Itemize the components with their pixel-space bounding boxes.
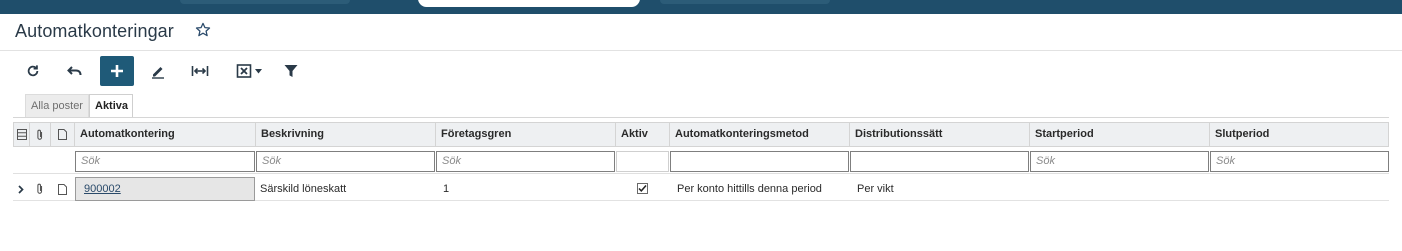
filter-input-foretagsgren[interactable]: Sök xyxy=(436,151,615,172)
cell-distributionssatt: Per vikt xyxy=(857,183,894,195)
cell-startperiod xyxy=(1029,177,1209,201)
excel-icon xyxy=(236,63,252,79)
page-header: Automatkonteringar xyxy=(0,14,1402,51)
column-header-aktiv[interactable]: Aktiv xyxy=(616,123,670,146)
filter-input-aktiv[interactable] xyxy=(616,151,669,172)
refresh-icon xyxy=(26,64,40,78)
plus-icon xyxy=(110,64,124,78)
cell-automatkonteringsmetod: Per konto hittills denna period xyxy=(677,183,822,195)
cell-beskrivning: Särskild löneskatt xyxy=(260,183,347,195)
aktiv-checkbox[interactable] xyxy=(637,183,648,194)
filter-input-slutperiod[interactable]: Sök xyxy=(1210,151,1389,172)
top-navigation-bar xyxy=(0,0,1402,14)
cell-aktiv xyxy=(615,177,669,201)
note-icon[interactable] xyxy=(50,177,74,201)
filter-button[interactable] xyxy=(274,56,308,86)
add-button[interactable] xyxy=(100,56,134,86)
filter-row: Sök Sök Sök Sök Sök xyxy=(13,147,1389,174)
automatkontering-link[interactable]: 900002 xyxy=(84,183,121,195)
column-header-distributionssatt[interactable]: Distributionssätt xyxy=(850,123,1030,146)
global-search-box[interactable] xyxy=(418,0,640,7)
attachment-icon[interactable] xyxy=(29,177,50,201)
page-title: Automatkonteringar xyxy=(15,21,174,41)
column-header-automatkontering[interactable]: Automatkontering xyxy=(75,123,256,146)
attachment-header-icon xyxy=(30,123,51,146)
filter-icon xyxy=(284,64,298,78)
tab-alla-poster[interactable]: Alla poster xyxy=(25,94,89,118)
filter-input-distributionssatt[interactable] xyxy=(850,151,1029,172)
fit-columns-button[interactable] xyxy=(183,56,217,86)
column-header-automatkonteringsmetod[interactable]: Automatkonteringsmetod xyxy=(670,123,850,146)
column-header-startperiod[interactable]: Startperiod xyxy=(1030,123,1210,146)
export-excel-button[interactable] xyxy=(229,56,269,86)
filter-input-beskrivning[interactable]: Sök xyxy=(256,151,435,172)
filter-input-automatkonteringsmetod[interactable] xyxy=(670,151,849,172)
filter-input-startperiod[interactable]: Sök xyxy=(1030,151,1209,172)
tab-divider xyxy=(13,117,1389,118)
topbar-nav-fragment xyxy=(660,0,830,4)
topbar-nav-fragment xyxy=(180,0,350,4)
edit-button[interactable] xyxy=(141,56,175,86)
filter-input-automatkontering[interactable]: Sök xyxy=(75,151,255,172)
tab-aktiva[interactable]: Aktiva xyxy=(89,94,133,118)
column-header-slutperiod[interactable]: Slutperiod xyxy=(1210,123,1388,146)
fit-columns-icon xyxy=(191,64,209,78)
refresh-button[interactable] xyxy=(16,56,50,86)
column-header-beskrivning[interactable]: Beskrivning xyxy=(256,123,436,146)
note-header-icon xyxy=(51,123,75,146)
toolbar xyxy=(0,52,1402,88)
chevron-down-icon xyxy=(255,68,262,74)
undo-button[interactable] xyxy=(58,56,92,86)
column-chooser-icon[interactable] xyxy=(14,123,30,146)
star-outline-icon[interactable] xyxy=(194,21,212,39)
grid-header: Automatkontering Beskrivning Företagsgre… xyxy=(13,122,1389,147)
table-row[interactable]: 900002 Särskild löneskatt 1 Per konto hi… xyxy=(13,177,1389,201)
cell-slutperiod xyxy=(1209,177,1387,201)
undo-icon xyxy=(67,64,83,78)
column-header-foretagsgren[interactable]: Företagsgren xyxy=(436,123,616,146)
chevron-right-icon[interactable] xyxy=(13,177,29,201)
cell-automatkontering[interactable]: 900002 xyxy=(75,177,255,201)
cell-foretagsgren: 1 xyxy=(443,183,450,195)
pencil-icon xyxy=(150,63,166,79)
